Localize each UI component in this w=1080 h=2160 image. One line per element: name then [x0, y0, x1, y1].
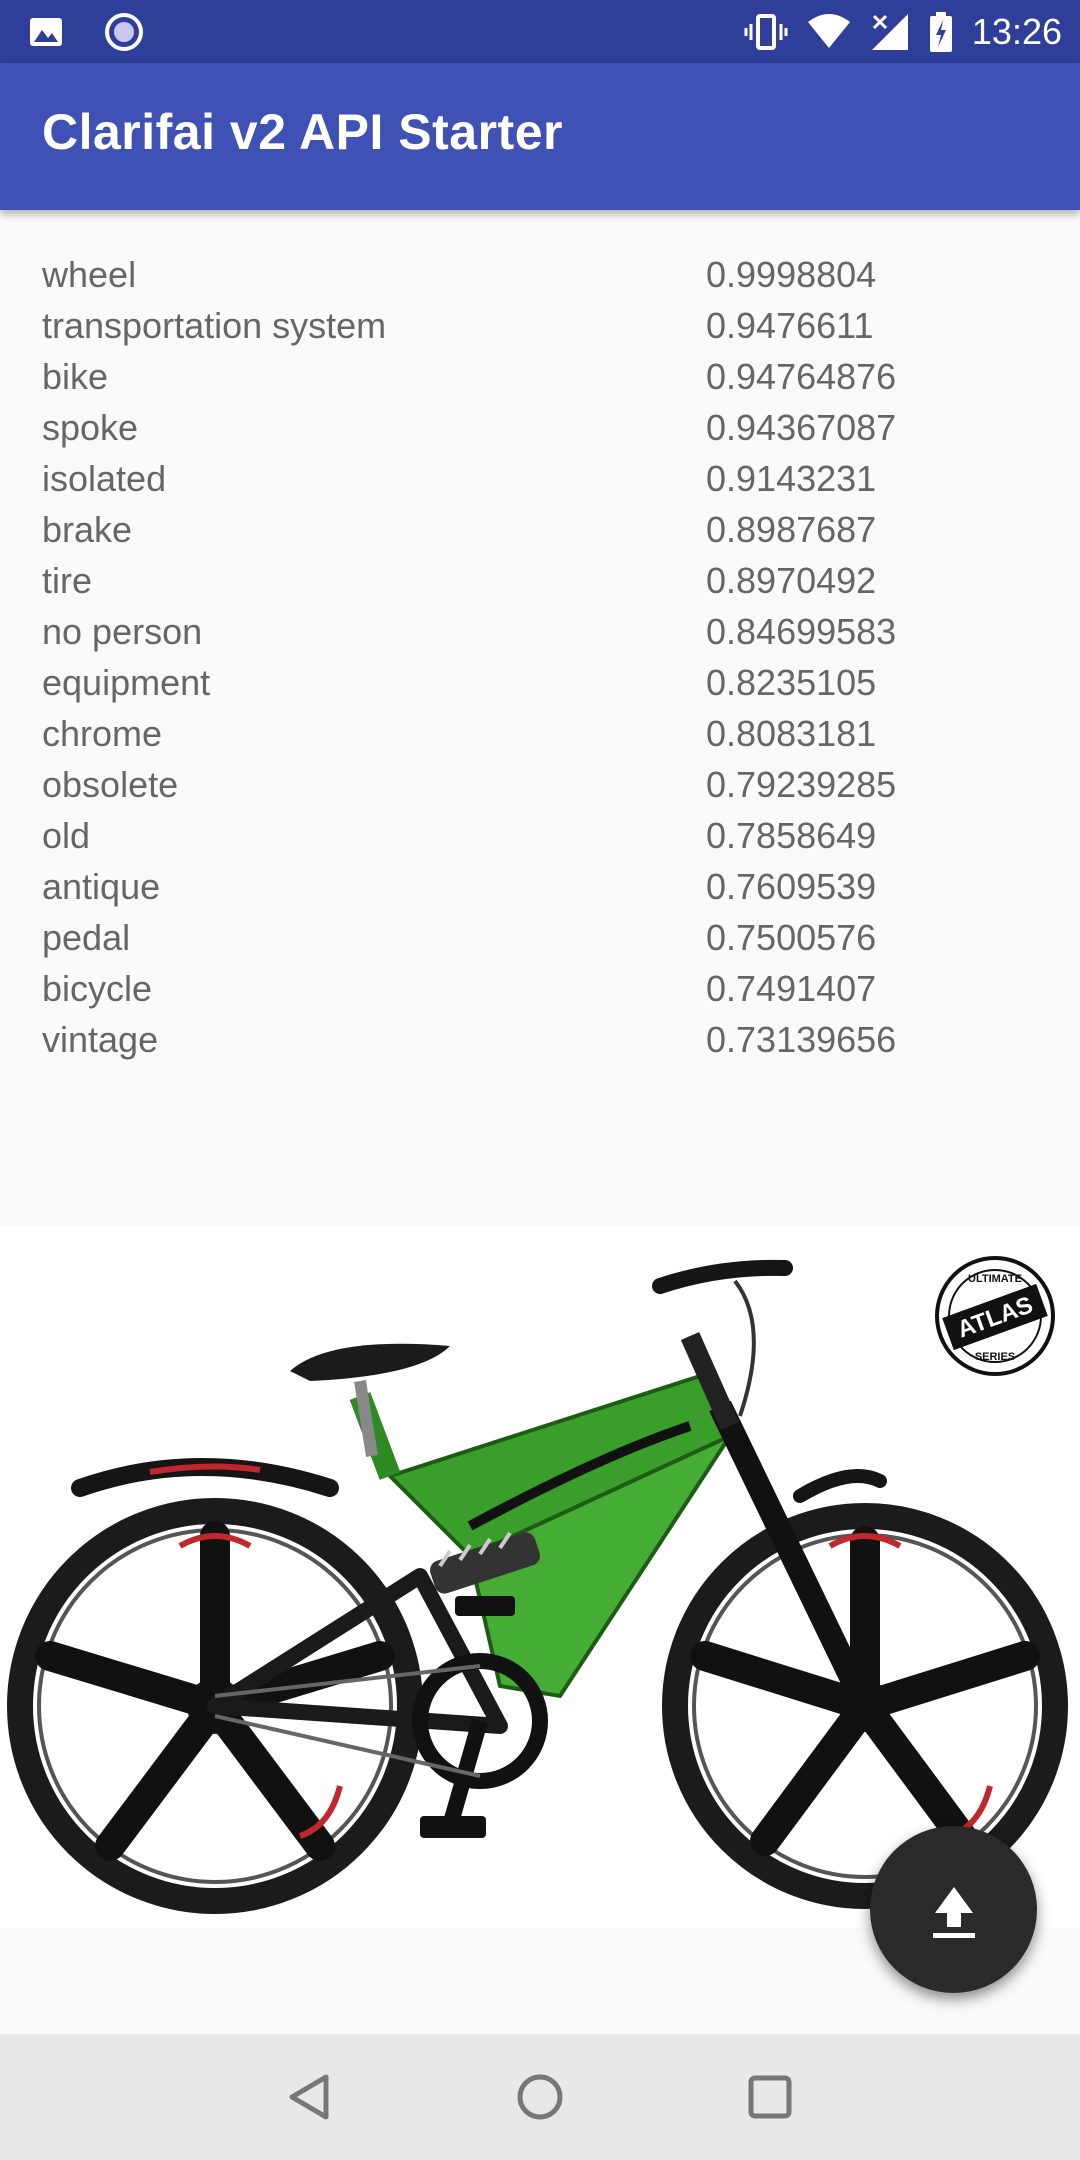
- wifi-icon: [807, 14, 850, 48]
- clock: 13:26: [971, 11, 1062, 52]
- result-score: 0.94367087: [706, 407, 897, 448]
- home-icon[interactable]: [512, 2069, 568, 2125]
- result-label: antique: [42, 866, 161, 907]
- result-label: equipment: [42, 662, 211, 703]
- result-label: vintage: [42, 1019, 159, 1060]
- result-label: obsolete: [42, 764, 179, 805]
- status-bar: 13:26: [0, 0, 1080, 63]
- result-score: 0.9998804: [706, 254, 877, 295]
- bicycle-illustration: ATLAS ULTIMATE SERIES: [7, 1256, 1068, 1914]
- result-row: brake 0.8987687: [42, 509, 1042, 560]
- result-score: 0.7609539: [706, 866, 877, 907]
- result-row: pedal 0.7500576: [42, 917, 1042, 968]
- result-score: 0.9476611: [706, 305, 874, 346]
- result-score: 0.73139656: [706, 1019, 897, 1060]
- app-title: Clarifai v2 API Starter: [42, 104, 563, 160]
- result-row: bicycle 0.7491407: [42, 968, 1042, 1019]
- result-label: wheel: [42, 254, 137, 295]
- signal-off-icon: [871, 14, 908, 50]
- result-row: old 0.7858649: [42, 815, 1042, 866]
- result-row: equipment 0.8235105: [42, 662, 1042, 713]
- result-label: transportation system: [42, 305, 387, 346]
- result-row: vintage 0.73139656: [42, 1019, 1042, 1070]
- back-icon[interactable]: [282, 2069, 338, 2125]
- pedal: [420, 1816, 486, 1838]
- screen-record-icon: [105, 13, 143, 51]
- result-row: obsolete 0.79239285: [42, 764, 1042, 815]
- result-label: tire: [42, 560, 93, 601]
- result-label: bike: [42, 356, 109, 397]
- result-score: 0.7491407: [706, 968, 877, 1009]
- result-label: pedal: [42, 917, 131, 958]
- logo-bottom-text: SERIES: [975, 1351, 1015, 1363]
- vibrate-icon: [744, 14, 788, 50]
- result-row: no person 0.84699583: [42, 611, 1042, 662]
- result-score: 0.8987687: [706, 509, 877, 550]
- logo-top-text: ULTIMATE: [968, 1273, 1022, 1285]
- results-list: wheel 0.9998804 transportation system 0.94…: [42, 254, 1042, 1070]
- result-score: 0.8083181: [706, 713, 877, 754]
- result-row: spoke 0.94367087: [42, 407, 1042, 458]
- navigation-bar: [0, 2034, 1080, 2160]
- result-score: 0.8970492: [706, 560, 877, 601]
- result-label: bicycle: [42, 968, 153, 1009]
- rear-fender: [71, 1458, 339, 1497]
- upload-button[interactable]: [870, 1826, 1037, 1993]
- seat: [290, 1343, 450, 1381]
- result-label: brake: [42, 509, 133, 550]
- result-score: 0.79239285: [706, 764, 897, 805]
- result-score: 0.8235105: [706, 662, 877, 703]
- result-label: old: [42, 815, 91, 856]
- result-label: chrome: [42, 713, 163, 754]
- result-label: isolated: [42, 458, 167, 499]
- result-label: no person: [42, 611, 203, 652]
- bicycle-photo: ATLAS ULTIMATE SERIES: [0, 1226, 1080, 1928]
- result-score: 0.94764876: [706, 356, 897, 397]
- result-score: 0.7500576: [706, 917, 877, 958]
- app-bar: Clarifai v2 API Starter: [0, 63, 1080, 210]
- handlebar: [652, 1259, 793, 1294]
- result-score: 0.9143231: [706, 458, 877, 499]
- recents-icon[interactable]: [742, 2069, 798, 2125]
- brand-logo: ATLAS ULTIMATE SERIES: [935, 1256, 1055, 1376]
- result-row: chrome 0.8083181: [42, 713, 1042, 764]
- result-row: wheel 0.9998804: [42, 254, 1042, 305]
- upload-icon: [932, 1886, 975, 1938]
- battery-icon: [929, 12, 952, 52]
- result-row: isolated 0.9143231: [42, 458, 1042, 509]
- result-label: spoke: [42, 407, 139, 448]
- result-score: 0.7858649: [706, 815, 877, 856]
- status-right: 13:26: [744, 6, 1062, 58]
- result-row: bike 0.94764876: [42, 356, 1042, 407]
- status-left: [28, 12, 144, 52]
- image-icon: [30, 18, 62, 46]
- result-row: transportation system 0.9476611: [42, 305, 1042, 356]
- result-score: 0.84699583: [706, 611, 897, 652]
- result-row: tire 0.8970492: [42, 560, 1042, 611]
- result-row: antique 0.7609539: [42, 866, 1042, 917]
